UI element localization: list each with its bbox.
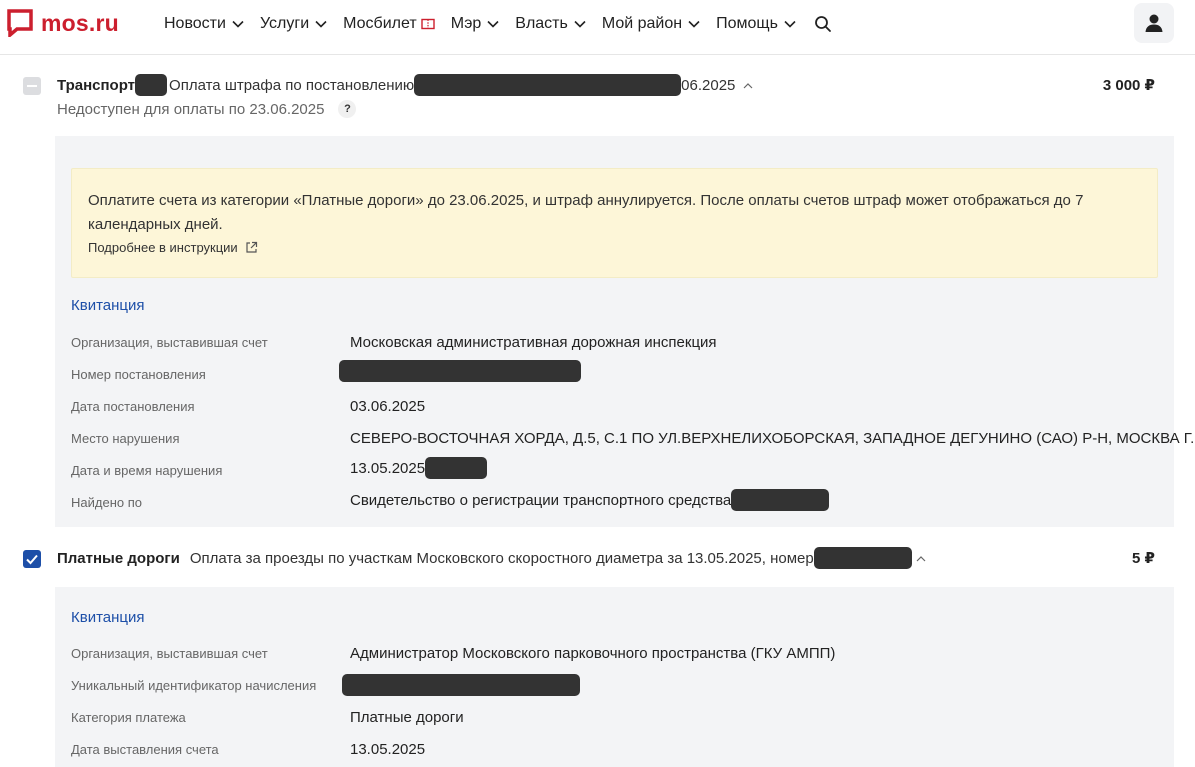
toll-details-panel: Квитанция Организация, выставившая счет … [55,587,1174,767]
help-icon[interactable]: ? [338,100,357,118]
field-label: Организация, выставившая счет [71,646,268,661]
chevron-up-icon[interactable] [916,555,926,562]
field-label: Найдено по [71,495,142,510]
logo-mark-icon [7,9,33,37]
field-value: Администратор Московского парковочного п… [350,645,836,662]
user-icon [1145,14,1163,32]
toll-title[interactable]: Платные дороги Оплата за проезды по учас… [57,546,926,570]
nav-item-label: Мосбилет [343,15,417,32]
nav-item-label: Мой район [601,15,683,32]
notice-text: Оплатите счета из категории «Платные дор… [88,192,1084,233]
chevron-down-icon [784,20,796,28]
chevron-down-icon [487,20,499,28]
toll-category: Платные дороги [57,549,180,567]
logo[interactable]: mos.ru [7,9,119,37]
chevron-down-icon [688,20,700,28]
field-label: Уникальный идентификатор начисления [71,678,317,693]
field-value [339,360,581,382]
redacted-block [414,74,682,96]
field-value: Платные дороги [350,709,464,726]
chevron-up-icon[interactable] [743,82,753,89]
field-label: Категория платежа [71,710,186,725]
search-icon[interactable] [814,15,832,33]
field-label: Дата выставления счета [71,742,219,757]
field-value: Московская административная дорожная инс… [350,334,717,351]
chevron-down-icon [232,20,244,28]
field-label: Место нарушения [71,431,180,446]
receipt-link[interactable]: Квитанция [71,297,145,314]
chevron-down-icon [315,20,327,28]
field-value: 03.06.2025 [350,398,426,415]
field-label: Номер постановления [71,367,206,382]
instruction-link[interactable]: Подробнее в инструкции [88,240,258,255]
field-value: 13.05.2025 [350,457,488,479]
field-value: СЕВЕРО-ВОСТОЧНАЯ ХОРДА, Д.5, С.1 ПО УЛ.В… [350,430,1195,447]
field-value-text: Свидетельство о регистрации транспортног… [350,491,732,509]
nav-item-help[interactable]: Помощь [716,13,796,35]
field-value [342,674,580,696]
toll-checkbox[interactable] [23,550,41,568]
notice-box: Оплатите счета из категории «Платные дор… [71,168,1158,278]
nav-item-news[interactable]: Новости [164,13,244,35]
main-nav: Новости Услуги Мосбилет Мэр Власть Мой р… [164,13,832,35]
field-value: Свидетельство о регистрации транспортног… [350,489,830,511]
transport-checkbox[interactable] [23,77,41,95]
logo-text: mos.ru [41,9,119,36]
transport-title[interactable]: Транспорт Оплата штрафа по постановлению… [57,73,753,97]
transport-status-text: Недоступен для оплаты по 23.06.2025 [57,100,325,118]
transport-details-panel: Оплатите счета из категории «Платные дор… [55,136,1194,527]
field-label: Дата постановления [71,399,195,414]
redacted-block [135,74,168,96]
field-label: Организация, выставившая счет [71,335,268,350]
nav-item-mosbilet[interactable]: Мосбилет [343,13,435,35]
check-icon [26,554,38,565]
field-value: 13.05.2025 [350,741,426,758]
profile-button[interactable] [1134,3,1174,43]
transport-title-text: Оплата штрафа по постановлению [169,76,415,94]
site-header: mos.ru Новости Услуги Мосбилет Мэр Власт… [0,0,1195,55]
ticket-icon [420,18,435,30]
toll-title-text: Оплата за проезды по участкам Московског… [189,549,814,567]
transport-title-suffix: 06.2025 [681,76,736,94]
nav-item-label: Мэр [450,15,482,32]
redacted-block [339,360,581,382]
redacted-block [342,674,580,696]
receipt-link[interactable]: Квитанция [71,609,145,626]
nav-item-services[interactable]: Услуги [260,13,327,35]
field-label: Дата и время нарушения [71,463,223,478]
transport-amount: 3 000 ₽ [1102,77,1155,94]
instruction-link-label: Подробнее в инструкции [88,240,238,255]
nav-item-authority[interactable]: Власть [515,13,586,35]
nav-item-label: Услуги [259,15,310,32]
nav-item-mayor[interactable]: Мэр [451,13,500,35]
nav-item-label: Новости [164,15,226,32]
transport-status: Недоступен для оплаты по 23.06.2025 ? [57,100,357,118]
field-value-text: 13.05.2025 [350,459,426,477]
nav-item-my-district[interactable]: Мой район [602,13,700,35]
chevron-down-icon [574,20,586,28]
nav-item-label: Помощь [716,15,778,32]
nav-item-label: Власть [515,15,568,32]
external-link-icon [246,241,257,253]
transport-category: Транспорт [57,76,136,94]
toll-amount: 5 ₽ [1132,550,1155,567]
redacted-block [731,489,830,511]
redacted-block [425,457,488,479]
redacted-block [813,547,912,569]
